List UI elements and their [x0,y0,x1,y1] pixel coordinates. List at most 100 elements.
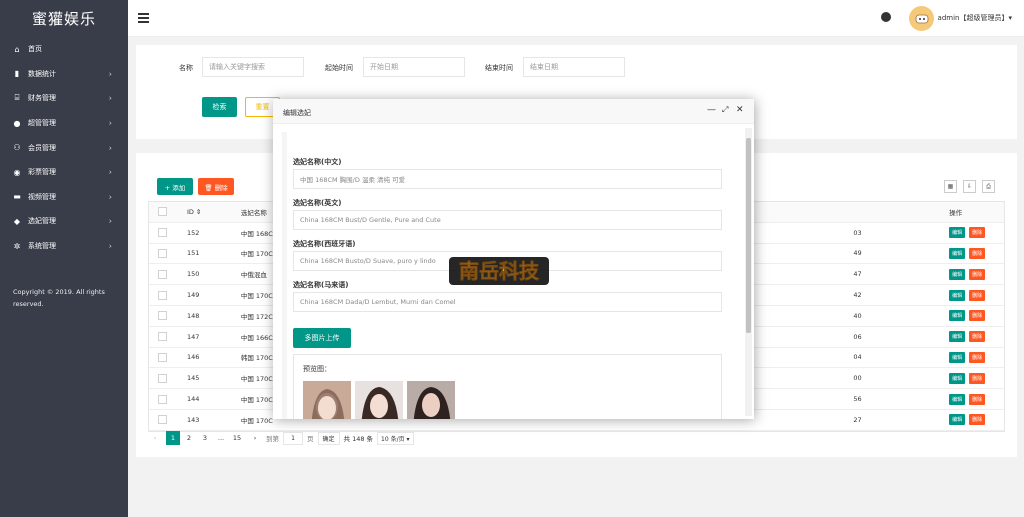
print-icon[interactable]: ⎙ [982,180,995,193]
field-label-ms: 选妃名称(马来语) [293,281,349,289]
row-delete-button[interactable]: 删除 [969,331,986,343]
video-icon: ▬ [13,192,21,202]
row-id: 143 [186,415,200,424]
prev-page-button[interactable]: ‹ [148,431,162,445]
page-link[interactable]: 3 [198,431,212,445]
close-icon[interactable]: ✕ [736,105,744,115]
row-delete-button[interactable]: 删除 [969,393,986,405]
dialog-header: 编辑选妃 — ⤢ ✕ [273,99,754,124]
columns-filter-icon[interactable]: ▦ [944,180,957,193]
row-edit-button[interactable]: 编辑 [949,331,966,343]
maximize-icon[interactable]: ⤢ [722,105,728,115]
bar-chart-icon: ▮ [14,69,20,79]
name-en-input[interactable]: China 168CM Bust/D Gentle, Pure and Cute [293,210,722,230]
search-button[interactable]: 检索 [202,97,237,117]
row-id: 150 [186,270,200,279]
row-checkbox[interactable] [158,311,168,321]
id-column-header[interactable]: ID ⇕ [177,208,231,216]
row-edit-button[interactable]: 编辑 [949,289,966,301]
goto-confirm-button[interactable]: 确定 [317,431,340,445]
row-checkbox[interactable] [158,228,168,238]
row-delete-button[interactable]: 删除 [969,227,986,239]
dialog-title: 编辑选妃 [283,109,311,117]
row-edit-button[interactable]: 编辑 [949,247,966,259]
add-button[interactable]: + 添加 [157,178,193,195]
chevron-right-icon: › [108,143,112,153]
row-checkbox[interactable] [158,248,168,258]
multi-image-upload-button[interactable]: 多图片上传 [293,328,351,348]
goto-page-input[interactable]: 1 [283,431,303,445]
sidebar-item-label: 财务管理 [28,94,56,103]
home-icon: ⌂ [14,44,20,54]
tag-icon: ◆ [13,216,21,226]
name-cn-input[interactable]: 中国 168CM 胸围/D 温柔 清纯 可爱 [293,169,722,189]
export-icon[interactable]: ⇩ [963,180,976,193]
row-delete-button[interactable]: 删除 [969,289,986,301]
batch-delete-button[interactable]: 🗑 删除 [198,178,234,195]
name-ms-input[interactable]: China 168CM Dada/D Lembut, Murni dan Com… [293,292,722,312]
row-time: 03 [853,228,862,237]
row-delete-button[interactable]: 删除 [969,372,986,384]
page-size-select[interactable]: 10 条/页 ▾ [377,431,414,445]
row-edit-button[interactable]: 编辑 [949,227,966,239]
dialog-scroll-thumb[interactable] [746,138,751,333]
sidebar-item-5[interactable]: ◉ 彩票管理 › [0,160,128,185]
user-menu[interactable]: admin【超级管理员】▾ [938,13,1012,23]
start-date-input[interactable]: 开始日期 [363,57,465,77]
sidebar-item-label: 选妃管理 [28,217,56,226]
row-id: 144 [186,395,200,404]
row-checkbox[interactable] [158,332,168,342]
row-id: 145 [186,374,200,383]
page-link[interactable]: 15 [230,431,244,445]
row-delete-button[interactable]: 删除 [969,414,986,426]
user-icon: ● [13,118,21,128]
sidebar-item-0[interactable]: ⌂ 首页 [0,37,128,62]
name-search-input[interactable]: 请输入关键字搜索 [202,57,304,77]
row-id: 147 [186,332,200,341]
row-edit-button[interactable]: 编辑 [949,268,966,280]
row-time: 06 [853,332,862,341]
field-label-cn: 选妃名称(中文) [293,158,342,166]
field-label-es: 选妃名称(西班牙语) [293,240,356,248]
users-icon: ⚇ [13,143,21,153]
svg-text:南岳科技: 南岳科技 [459,259,540,283]
row-delete-button[interactable]: 删除 [969,351,986,363]
dialog-scrollbar[interactable] [745,128,752,416]
end-date-input[interactable]: 结束日期 [523,57,625,77]
row-edit-button[interactable]: 编辑 [949,351,966,363]
row-checkbox[interactable] [158,394,168,404]
sidebar-item-7[interactable]: ◆ 选妃管理 › [0,209,128,234]
sidebar-item-6[interactable]: ▬ 视频管理 › [0,185,128,210]
page-link[interactable]: 1 [166,431,180,445]
row-delete-button[interactable]: 删除 [969,310,986,322]
page-link[interactable]: 2 [182,431,196,445]
row-edit-button[interactable]: 编辑 [949,372,966,384]
name-label: 名称 [179,64,193,72]
sidebar-item-1[interactable]: ▮ 数据统计 › [0,62,128,87]
row-checkbox[interactable] [158,373,168,383]
sidebar-item-2[interactable]: ⌸ 财务管理 › [0,86,128,111]
next-page-button[interactable]: › [248,431,262,445]
row-checkbox[interactable] [158,352,168,362]
row-checkbox[interactable] [158,269,168,279]
sidebar-item-8[interactable]: ✲ 系统管理 › [0,234,128,259]
minimize-icon[interactable]: — [707,105,716,115]
row-checkbox[interactable] [158,290,168,300]
row-time: 27 [853,415,862,424]
sidebar-item-3[interactable]: ● 超管管理 › [0,111,128,136]
page-unit-label: 页 [307,435,314,443]
row-edit-button[interactable]: 编辑 [949,393,966,405]
row-edit-button[interactable]: 编辑 [949,414,966,426]
row-delete-button[interactable]: 删除 [969,247,986,259]
menu-toggle-icon[interactable] [138,13,149,25]
theme-palette-icon[interactable] [881,12,891,22]
select-all-checkbox[interactable] [158,207,168,217]
row-edit-button[interactable]: 编辑 [949,310,966,322]
preview-image-1 [303,381,351,419]
avatar[interactable] [909,6,934,31]
row-delete-button[interactable]: 删除 [969,268,986,280]
goto-label: 到第 [266,435,279,443]
chevron-right-icon: › [108,216,112,226]
row-checkbox[interactable] [158,415,168,425]
sidebar-item-4[interactable]: ⚇ 会员管理 › [0,135,128,160]
